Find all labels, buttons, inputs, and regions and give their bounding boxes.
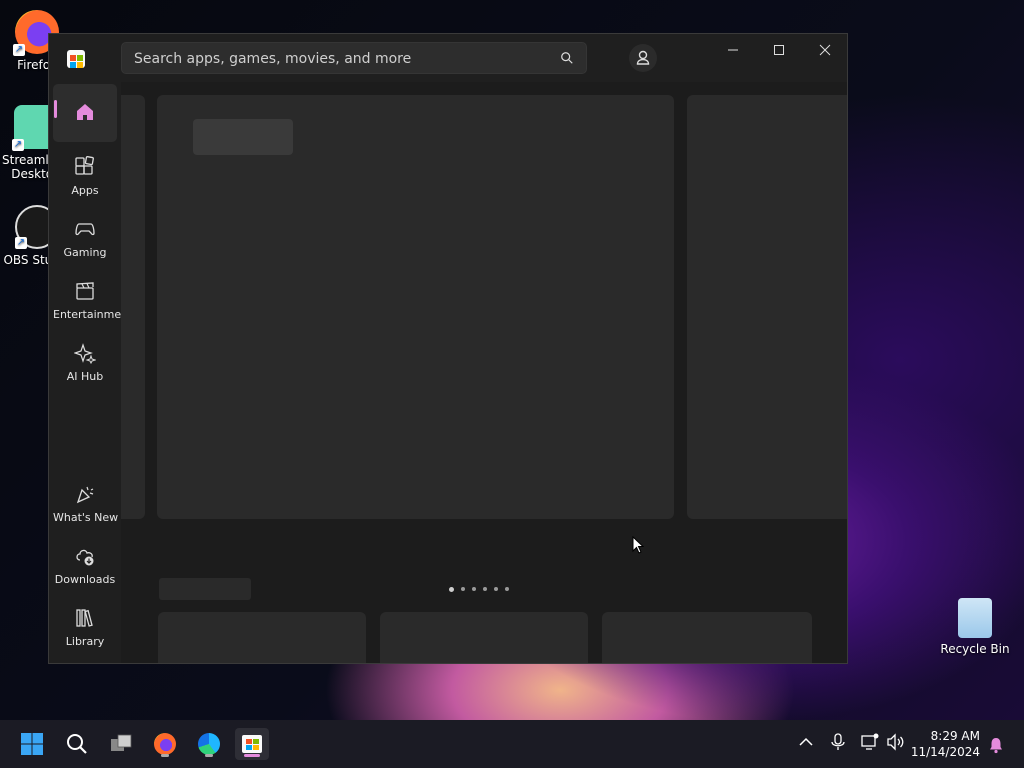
- gamepad-icon: [75, 223, 95, 236]
- windows-logo-icon: [21, 733, 43, 755]
- carousel-prev-card[interactable]: [121, 95, 145, 519]
- download-cloud-icon: [76, 549, 94, 566]
- taskbar-edge[interactable]: [192, 728, 226, 760]
- sparkle-icon: [73, 343, 97, 365]
- running-indicator: [205, 754, 213, 757]
- network-icon[interactable]: [860, 732, 880, 752]
- search-icon[interactable]: [560, 51, 574, 65]
- store-bag-icon: [242, 735, 262, 753]
- nav-downloads[interactable]: Downloads: [53, 537, 117, 595]
- desktop-icon-recycle-bin[interactable]: Recycle Bin: [940, 598, 1010, 656]
- carousel-dot[interactable]: [483, 587, 487, 591]
- task-view-button[interactable]: [104, 728, 138, 760]
- user-icon: [636, 50, 650, 65]
- profile-button[interactable]: [629, 44, 657, 72]
- nav-library[interactable]: Library: [53, 599, 117, 657]
- nav-ai-hub[interactable]: AI Hub: [53, 334, 117, 392]
- tile-placeholder[interactable]: [602, 612, 812, 663]
- notification-bell-icon[interactable]: [987, 736, 1005, 754]
- carousel-dot[interactable]: [472, 587, 476, 591]
- search-box[interactable]: [121, 42, 587, 75]
- apps-icon: [75, 156, 94, 175]
- microphone-icon[interactable]: [828, 732, 848, 752]
- nav-whats-new-label: What's New: [53, 511, 119, 524]
- nav-entertainment[interactable]: Entertainment: [53, 272, 133, 330]
- task-view-icon: [111, 734, 132, 751]
- close-button[interactable]: [802, 34, 847, 66]
- search-input[interactable]: [132, 43, 556, 75]
- taskbar-firefox[interactable]: [148, 728, 182, 760]
- clock-time: 8:29 AM: [930, 729, 980, 743]
- active-indicator: [244, 754, 260, 757]
- nav-downloads-label: Downloads: [54, 573, 116, 586]
- running-indicator: [161, 754, 169, 757]
- title-bar[interactable]: [49, 34, 847, 82]
- hero-title-placeholder: [193, 119, 293, 155]
- party-icon: [76, 486, 94, 504]
- tile-placeholder[interactable]: [158, 612, 366, 663]
- nav-apps[interactable]: Apps: [53, 148, 117, 206]
- carousel-dot[interactable]: [449, 587, 454, 592]
- mouse-cursor-icon: [632, 536, 644, 554]
- close-icon: [819, 44, 831, 56]
- navigation-sidebar: Apps Gaming Entertainment AI Hub What's …: [49, 82, 133, 663]
- home-content-loading: [121, 82, 847, 663]
- firefox-icon: [154, 733, 176, 755]
- system-tray: [796, 732, 906, 752]
- taskbar: 8:29 AM 11/14/2024: [0, 720, 1024, 768]
- carousel-pagination: [449, 587, 509, 592]
- nav-whats-new[interactable]: What's New: [53, 475, 119, 533]
- carousel-hero-card[interactable]: [157, 95, 674, 519]
- carousel-dot[interactable]: [494, 587, 498, 591]
- nav-home[interactable]: [53, 84, 117, 142]
- clock[interactable]: 8:29 AM 11/14/2024: [911, 728, 980, 760]
- desktop-icon-label: Recycle Bin: [940, 642, 1010, 656]
- section-title-placeholder: [159, 578, 251, 600]
- minimize-icon: [728, 49, 738, 51]
- clapperboard-icon: [76, 282, 94, 300]
- store-logo-icon: [67, 50, 85, 68]
- nav-apps-label: Apps: [71, 184, 99, 197]
- tile-placeholder[interactable]: [380, 612, 588, 663]
- minimize-button[interactable]: [710, 34, 756, 66]
- maximize-button[interactable]: [756, 34, 802, 66]
- clock-date: 11/14/2024: [910, 745, 980, 759]
- chevron-up-icon[interactable]: [796, 732, 816, 752]
- taskbar-microsoft-store[interactable]: [235, 728, 269, 760]
- volume-icon[interactable]: [886, 732, 906, 752]
- maximize-icon: [774, 45, 784, 55]
- recycle-bin-icon: [958, 598, 992, 638]
- start-button[interactable]: [15, 728, 49, 760]
- nav-ai-hub-label: AI Hub: [66, 370, 104, 383]
- nav-library-label: Library: [65, 635, 105, 648]
- edge-icon: [198, 733, 220, 755]
- nav-gaming[interactable]: Gaming: [53, 210, 117, 268]
- library-icon: [76, 609, 93, 627]
- taskbar-search-button[interactable]: [60, 728, 94, 760]
- search-icon: [67, 734, 87, 754]
- microsoft-store-window: Apps Gaming Entertainment AI Hub What's …: [48, 33, 848, 664]
- home-icon: [77, 104, 93, 120]
- nav-entertainment-label: Entertainment: [53, 308, 133, 321]
- carousel-dot[interactable]: [505, 587, 509, 591]
- carousel-dot[interactable]: [461, 587, 465, 591]
- carousel-next-card[interactable]: [687, 95, 847, 519]
- nav-gaming-label: Gaming: [63, 246, 107, 259]
